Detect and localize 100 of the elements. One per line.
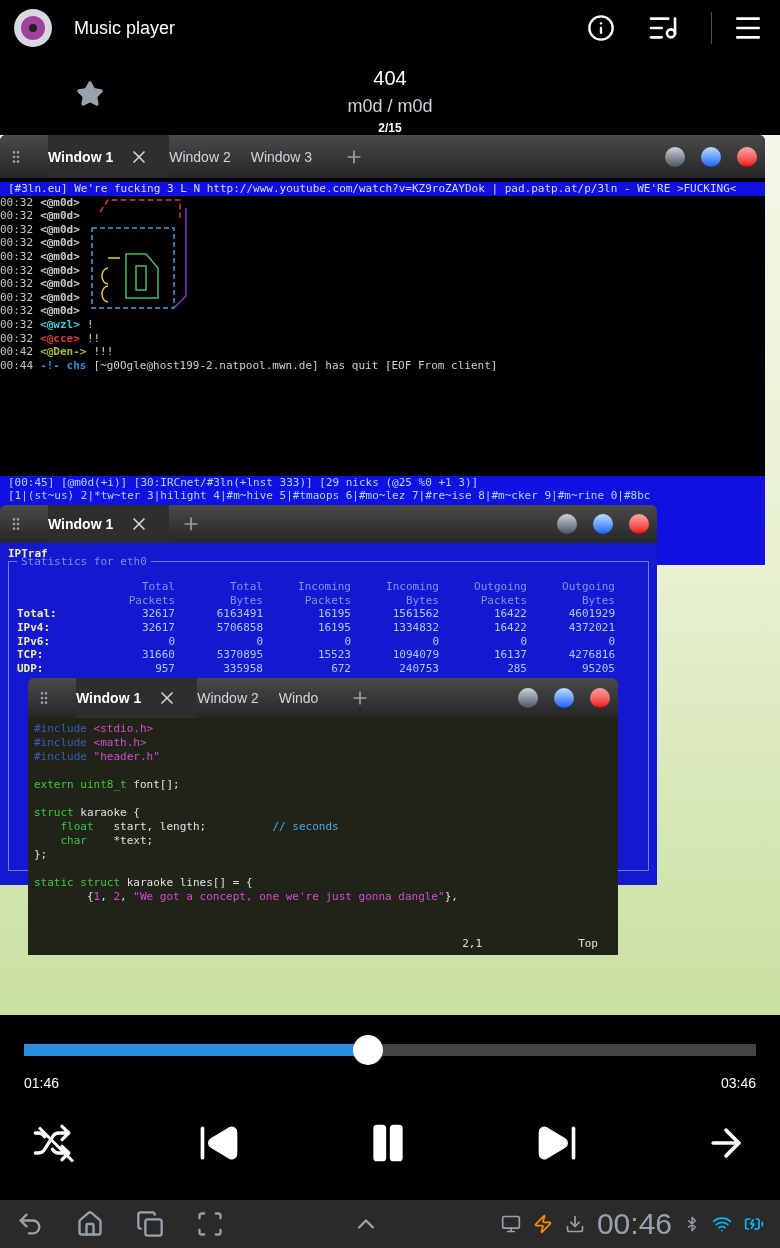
code-line: {1, 2, "We got a concept, one we're just gonna dangle"}, [85, 890, 459, 904]
row-label: Total: [17, 607, 58, 621]
message-nick: <@cce> [40, 331, 80, 346]
recent-apps-icon[interactable] [136, 1210, 164, 1238]
message-time: 00:32 [0, 195, 34, 210]
maximize-icon[interactable] [593, 514, 613, 534]
table-cell-text: 4601929 [567, 607, 615, 621]
favorite-button[interactable] [76, 80, 104, 108]
minimize-icon[interactable] [557, 514, 577, 534]
home-icon[interactable] [76, 1210, 104, 1238]
message-time: 00:32 [0, 222, 34, 237]
message-nick: <@wzl> [40, 317, 80, 332]
track-position: 2/15 [378, 120, 402, 136]
lightning-icon [532, 1214, 553, 1234]
table-cell-text: 1094079 [391, 648, 439, 662]
cursor-position: 2,1 [462, 937, 483, 951]
column-header: Outgoing Bytes [561, 580, 615, 608]
column-header: Total Packets [127, 580, 175, 608]
table-cell-text: 16137 [492, 648, 527, 662]
row-label: UDP: [17, 661, 45, 676]
window-tab[interactable]: Window 1 [76, 678, 198, 718]
info-icon[interactable] [587, 14, 615, 42]
table-cell-text: 0 [343, 634, 351, 649]
window-tab[interactable]: Window 3 [250, 135, 333, 178]
message-nick: <@m0d> [40, 236, 80, 250]
close-window-icon[interactable] [629, 514, 649, 534]
message-nick: <@m0d> [40, 209, 80, 223]
row-label: TCP: [17, 648, 45, 662]
message-time: 00:32 [0, 331, 34, 346]
minimize-icon[interactable] [518, 688, 538, 708]
maximize-icon[interactable] [701, 146, 721, 167]
message-nick: <@m0d> [40, 195, 80, 210]
minimize-icon[interactable] [665, 146, 685, 167]
table-cell-text: 16422 [492, 607, 527, 621]
table-cell-text: 335958 [222, 661, 263, 676]
table-cell-text: 0 [255, 634, 263, 649]
table-cell-text: 0 [431, 634, 439, 649]
screenshot-icon[interactable] [196, 1210, 224, 1238]
table-cell-text: 1561562 [391, 607, 439, 621]
code-line: float start, length; // seconds [59, 820, 340, 834]
table-cell-text: 95205 [580, 661, 615, 676]
message-text: !! [86, 331, 101, 346]
table-cell-text: 15523 [316, 648, 351, 662]
message-nick: <@m0d> [40, 263, 80, 278]
code-line: #include <math.h> [34, 736, 148, 750]
table-cell-text: 16195 [316, 620, 351, 635]
close-window-icon[interactable] [737, 146, 757, 167]
window-tab[interactable]: Window 1 [48, 135, 170, 178]
message-time: 00:32 [0, 249, 34, 264]
shuffle-button[interactable] [32, 1123, 72, 1163]
table-cell-text: 957 [154, 661, 175, 676]
message-time: 00:32 [0, 290, 34, 305]
table-cell-text: 0 [607, 634, 615, 649]
window-tab[interactable]: Window 2 [197, 678, 279, 718]
message-time: 00:32 [0, 209, 34, 223]
column-header: Outgoing Packets [473, 580, 527, 608]
table-cell-text: 285 [506, 661, 527, 676]
message-time: 00:32 [0, 263, 34, 278]
column-header: Incoming Bytes [385, 580, 439, 608]
table-cell-text: 4372021 [567, 620, 615, 635]
column-header: Incoming Packets [297, 580, 351, 608]
column-header: Total Bytes [228, 580, 263, 608]
window-tab[interactable]: Window 1 [48, 505, 170, 543]
disc-icon[interactable] [12, 7, 54, 49]
status-line: [1|(st~us) 2|*tw~ter 3|hilight 4|#m~hive 5|#tmaops 6|#mo~lez 7|#re~ise 8|#m~cker 9|#m~rine 0|#8bc [8, 489, 652, 503]
table-cell-text: 0 [167, 634, 175, 649]
table-cell-text: 1334832 [391, 620, 439, 635]
maximize-icon[interactable] [554, 688, 574, 708]
progress-thumb[interactable] [353, 1035, 384, 1065]
table-cell-text: 5370895 [215, 648, 263, 662]
elapsed-time: 01:46 [24, 1074, 60, 1093]
terminal-icon [500, 1214, 521, 1234]
code-line: #include <stdio.h> [34, 722, 155, 736]
track-title: 404 [373, 66, 407, 91]
table-cell-text: 4276816 [567, 648, 615, 662]
window-tab[interactable]: Window 2 [169, 135, 251, 178]
channel-topic: [#3ln.eu] We're fucking 3 L N http://www.youtube.com/watch?v=KZ9roZAYDok | pad.patp.at/p/3ln - WE'RE >FUCKING< [0, 182, 765, 196]
message-time: 00:42 [0, 345, 34, 359]
message-time: 00:44 [0, 358, 34, 373]
table-cell-text: 0 [519, 634, 527, 649]
message-time: 00:32 [0, 304, 34, 318]
table-cell-text: 31660 [140, 648, 175, 662]
star-icon [76, 80, 104, 108]
message-nick: <@m0d> [40, 222, 80, 237]
code-line: }; [34, 848, 49, 862]
message-nick: <@Den-> [40, 345, 87, 359]
track-artist: m0d / m0d [347, 95, 433, 118]
message-text: [~g0Ogle@host199-2.natpool.mwn.de] has quit [EOF From client] [93, 358, 498, 373]
table-cell-text: 672 [330, 661, 351, 676]
message-nick: -!- chs [40, 358, 87, 373]
message-text: !!! [93, 345, 114, 359]
close-window-icon[interactable] [590, 688, 610, 708]
table-cell-text: 32617 [140, 620, 175, 635]
code-line: extern uint8_t font[]; [34, 777, 181, 792]
table-cell-text: 16195 [316, 607, 351, 621]
window-tab[interactable]: Windo [278, 678, 339, 718]
code-line: struct karaoke { [34, 805, 141, 820]
status-line: [00:45] [@m0d(+i)] [30:IRCnet/#3ln(+lnst 333)] [29 nicks (@25 %0 +1 3)] [8, 475, 480, 490]
message-time: 00:32 [0, 277, 34, 291]
total-time: 03:46 [720, 1074, 756, 1093]
